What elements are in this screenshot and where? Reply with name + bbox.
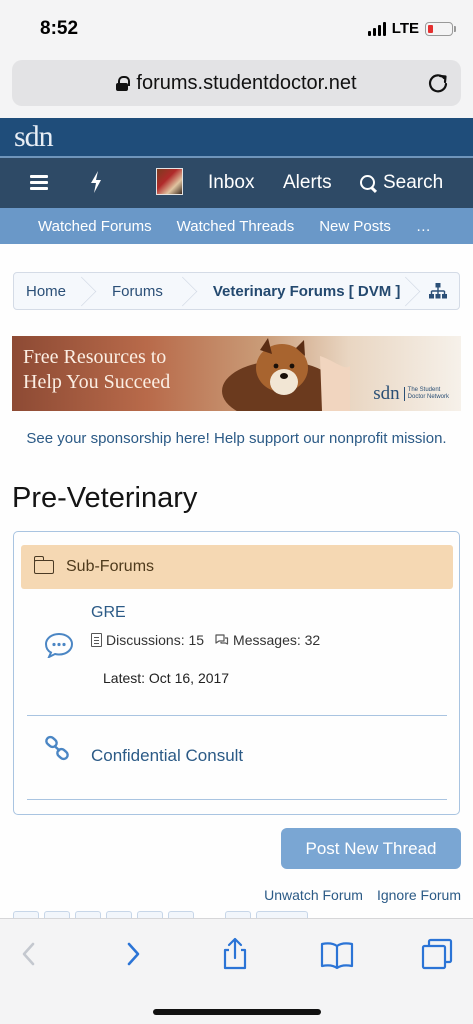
page-nav-item[interactable] — [13, 911, 39, 918]
post-new-thread-button[interactable]: Post New Thread — [281, 828, 461, 869]
page-nav-item[interactable] — [106, 911, 132, 918]
site-logo[interactable]: sdn — [14, 120, 54, 154]
url-text: forums.studentdoctor.net — [136, 71, 357, 94]
avatar[interactable] — [156, 168, 183, 195]
home-indicator — [153, 1009, 321, 1015]
page-nav-item[interactable] — [168, 911, 194, 918]
subforum-stats: Discussions: 15 Messages: 32 — [91, 632, 320, 648]
banner-logo-mark: sdn — [373, 383, 400, 404]
subforum-title-gre[interactable]: GRE — [91, 604, 126, 622]
page-title: Pre-Veterinary — [12, 482, 198, 514]
back-icon[interactable] — [13, 937, 47, 971]
main-nav: Inbox Alerts Search — [0, 156, 473, 208]
breadcrumb-veterinary-forums[interactable]: Veterinary Forums [ DVM ] — [189, 273, 413, 309]
subnav-watched-forums[interactable]: Watched Forums — [38, 218, 152, 235]
subnav-watched-threads[interactable]: Watched Threads — [177, 218, 295, 235]
signal-icon — [367, 21, 386, 36]
subforums-header[interactable]: Sub-Forums — [21, 545, 453, 589]
sponsorship-link[interactable]: See your sponsorship here! Help support … — [20, 429, 453, 449]
unwatch-forum-link[interactable]: Unwatch Forum — [264, 887, 363, 903]
tabs-icon[interactable] — [420, 937, 454, 971]
banner-logo-tagline-2: Doctor Network — [407, 394, 449, 400]
web-page: sdn Inbox Alerts Search Watched Forums W… — [0, 118, 473, 918]
sitemap-icon[interactable] — [429, 283, 447, 299]
share-icon[interactable] — [218, 937, 252, 971]
banner-logo: sdn The Student Doctor Network — [373, 383, 449, 405]
forward-icon[interactable] — [116, 937, 150, 971]
nav-search-label: Search — [383, 172, 444, 193]
discussions-count: Discussions: 15 — [106, 632, 205, 648]
divider — [27, 799, 447, 800]
ignore-forum-link[interactable]: Ignore Forum — [377, 887, 461, 903]
chat-bubble-icon — [44, 632, 74, 658]
subnav-new-posts[interactable]: New Posts — [319, 218, 391, 235]
subnav-more[interactable]: … — [416, 218, 431, 235]
lock-icon — [116, 75, 131, 91]
bolt-icon[interactable] — [88, 170, 104, 194]
page-navigation — [13, 911, 308, 918]
search-icon — [360, 174, 377, 192]
reload-icon[interactable] — [427, 72, 449, 94]
messages-count: Messages: 32 — [233, 632, 321, 648]
subforums-block: Sub-Forums GRE Discussions: 15 Messages:… — [13, 531, 460, 815]
breadcrumb-forums[interactable]: Forums — [88, 273, 189, 309]
browser-toolbar — [0, 918, 473, 1024]
battery-icon — [425, 21, 456, 36]
ad-banner[interactable]: Free Resources to Help You Succeed sdn T… — [12, 336, 461, 411]
status-bar: 8:52 LTE — [0, 0, 473, 58]
banner-text: Free Resources to Help You Succeed — [23, 345, 170, 395]
site-header: sdn — [0, 118, 473, 156]
nav-inbox[interactable]: Inbox — [208, 172, 254, 194]
network-label: LTE — [391, 20, 419, 37]
page-nav-item[interactable] — [225, 911, 251, 918]
page-nav-item[interactable] — [256, 911, 308, 918]
page-nav-item[interactable] — [137, 911, 163, 918]
subforums-heading: Sub-Forums — [66, 558, 155, 575]
bookmarks-icon[interactable] — [320, 937, 354, 971]
nav-search[interactable]: Search — [360, 172, 443, 194]
folder-open-icon — [33, 556, 54, 574]
link-icon — [45, 735, 69, 761]
page-nav-item[interactable] — [44, 911, 70, 918]
menu-icon[interactable] — [30, 175, 48, 190]
banner-line-1: Free Resources to — [23, 346, 167, 368]
messages-icon — [215, 634, 229, 645]
subforum-title-confidential-consult[interactable]: Confidential Consult — [91, 746, 243, 766]
sub-nav: Watched Forums Watched Threads New Posts… — [0, 208, 473, 244]
divider — [27, 715, 447, 716]
status-time: 8:52 — [40, 18, 79, 39]
dog-image — [222, 338, 350, 411]
document-icon — [91, 633, 102, 647]
page-nav-item[interactable] — [75, 911, 101, 918]
banner-logo-tagline: The Student Doctor Network — [403, 387, 449, 401]
nav-alerts[interactable]: Alerts — [283, 172, 332, 194]
breadcrumb: Home Forums Veterinary Forums [ DVM ] — [13, 272, 460, 310]
status-indicators: LTE — [367, 20, 456, 37]
address-bar[interactable]: forums.studentdoctor.net — [12, 60, 461, 106]
breadcrumb-home[interactable]: Home — [14, 273, 88, 309]
banner-line-2: Help You Succeed — [23, 371, 171, 393]
banner-logo-tagline-1: The Student — [407, 387, 441, 393]
latest-post[interactable]: Latest: Oct 16, 2017 — [103, 670, 229, 686]
forum-actions: Unwatch Forum Ignore Forum — [264, 887, 461, 903]
